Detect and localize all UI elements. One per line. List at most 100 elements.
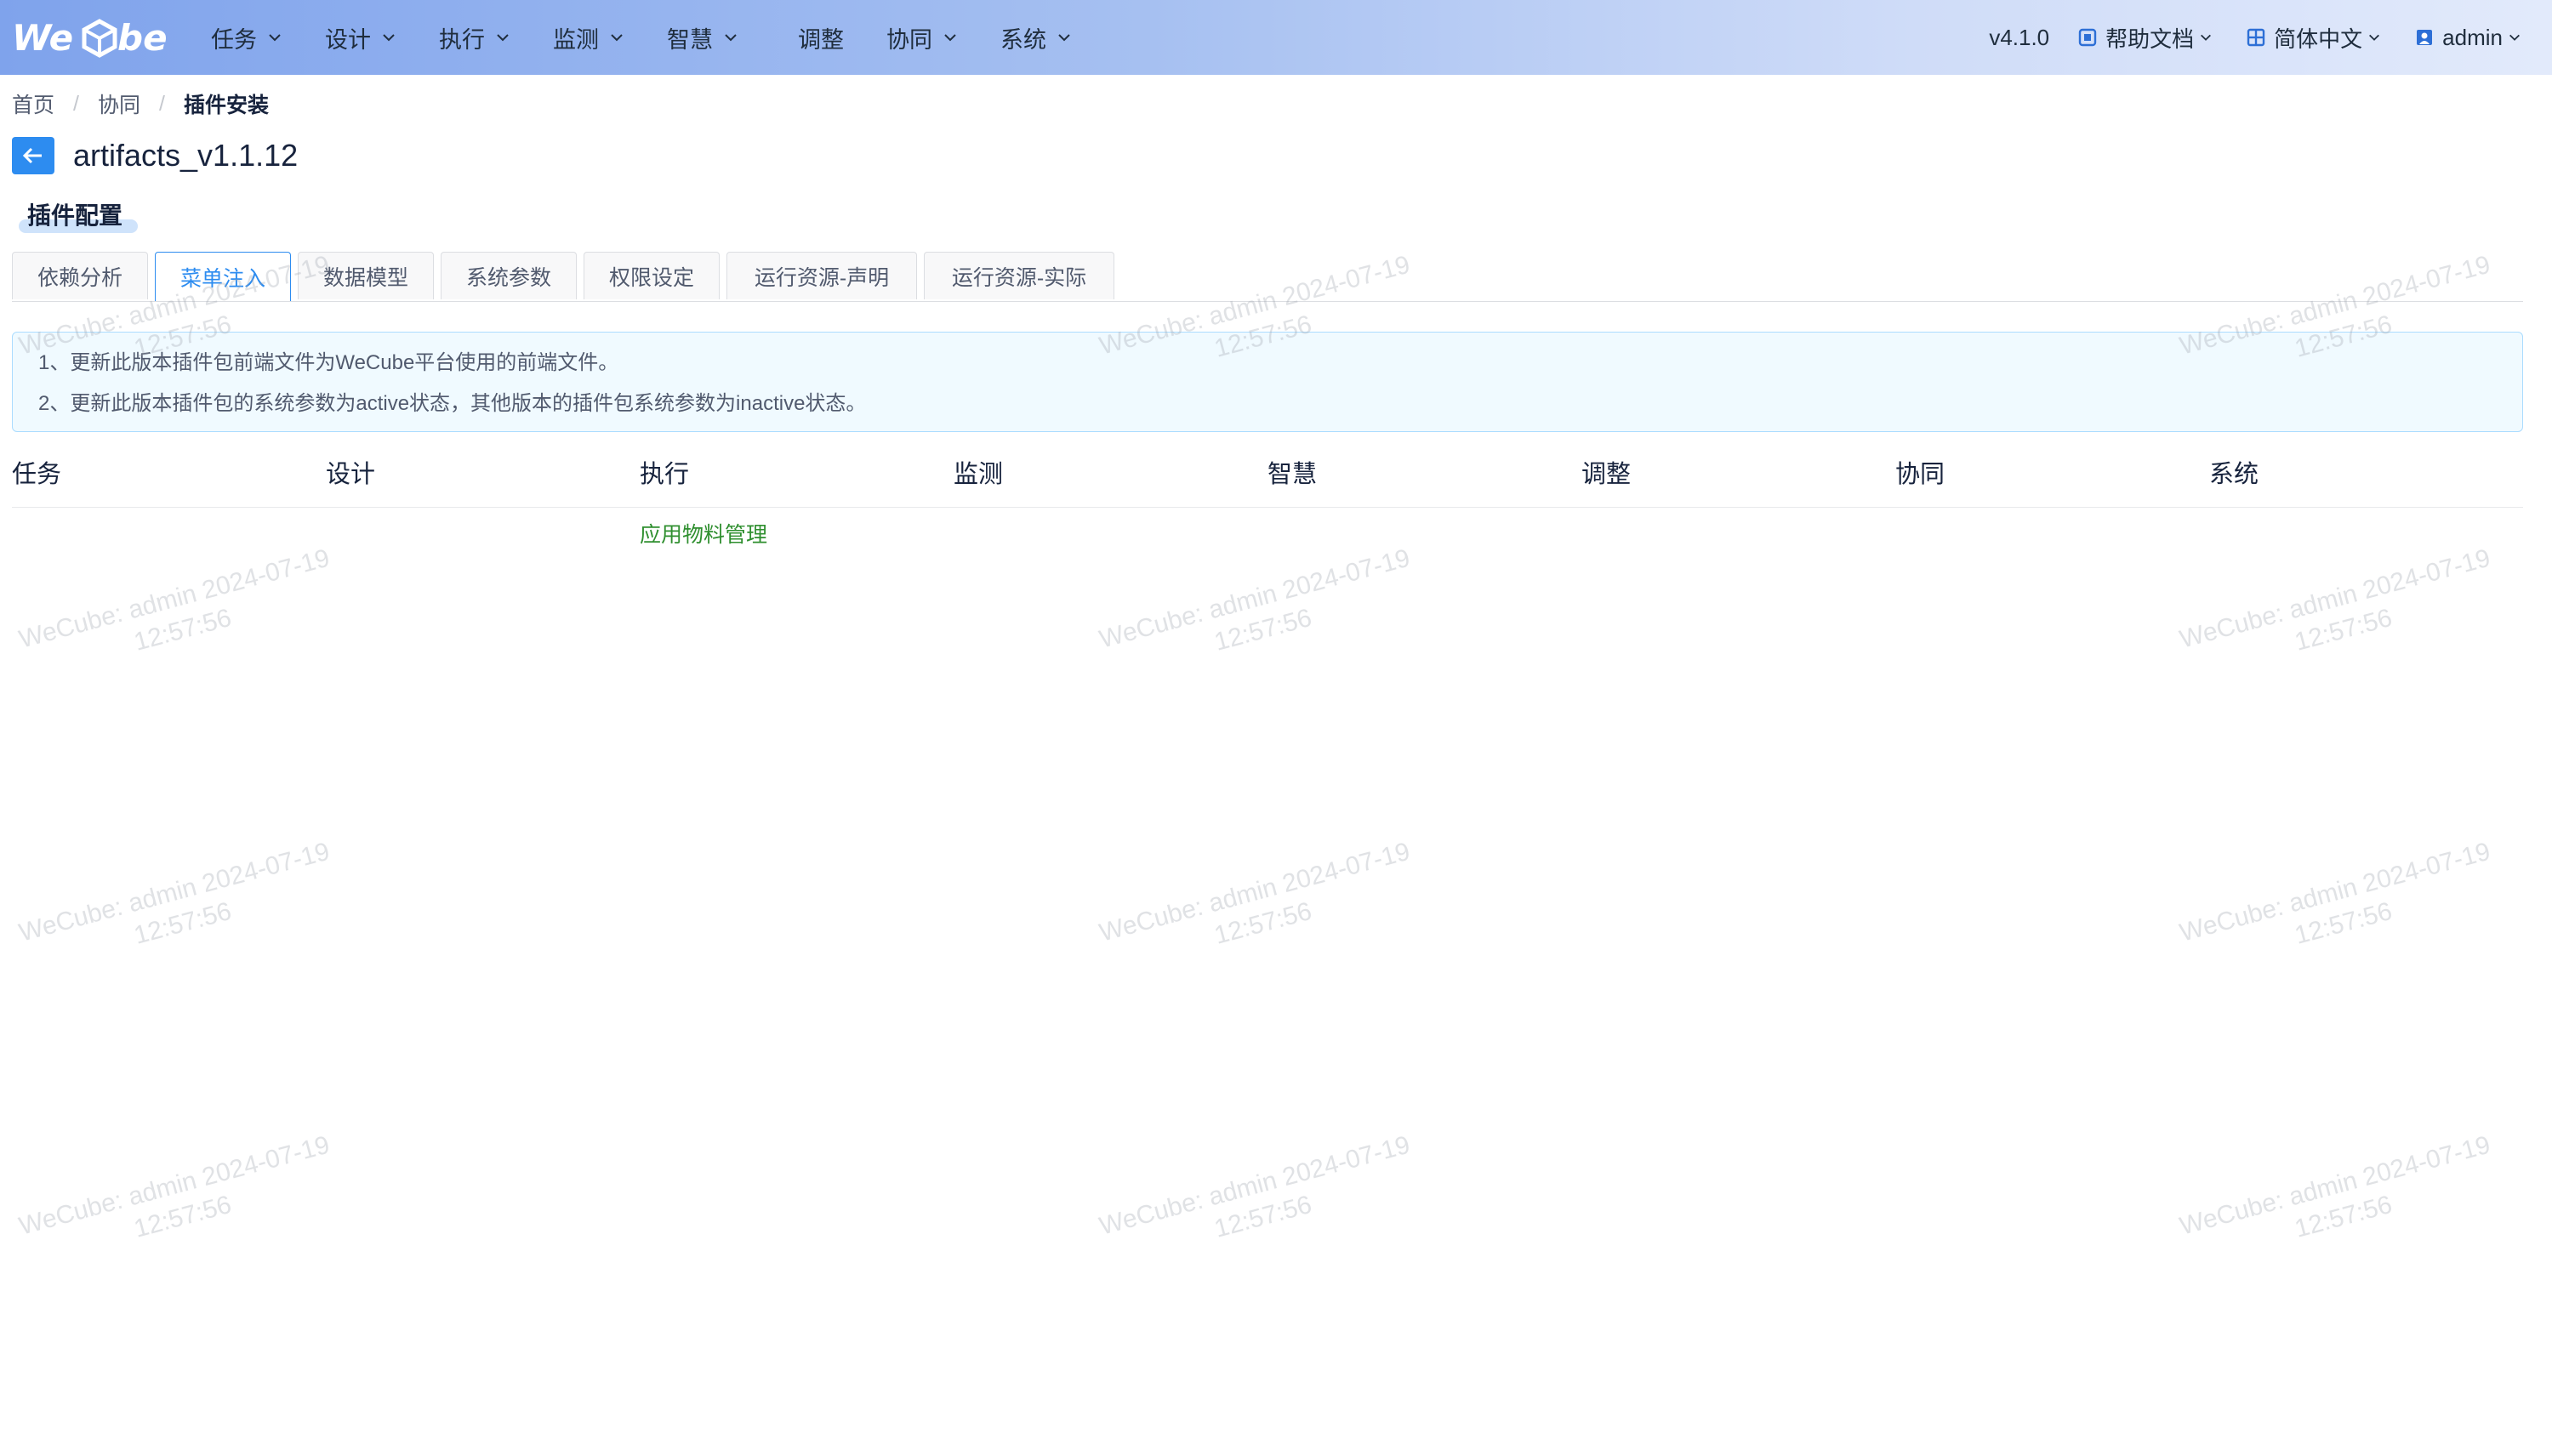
chevron-down-icon (944, 34, 956, 42)
chevron-down-icon (269, 34, 281, 42)
watermark: WeCube: admin 2024-07-19 12:57:56 (1078, 831, 1439, 986)
nav-item-label: 设计 (325, 26, 371, 53)
notice-line: 1、更新此版本插件包前端文件为WeCube平台使用的前端文件。 (38, 350, 619, 374)
help-docs-label: 帮助文档 (2105, 26, 2195, 52)
user-menu[interactable]: admin (2415, 25, 2521, 51)
watermark: WeCube: admin 2024-07-19 12:57:56 (2158, 1124, 2520, 1279)
nav-item-label: 执行 (439, 26, 485, 53)
nav-item-label: 监测 (553, 26, 599, 53)
header-right: v4.1.0 帮助文档 简体中文 admin (1989, 0, 2521, 75)
chevron-down-icon (611, 34, 623, 42)
main-nav: 任务 设计 执行 监测 智慧 调整 协同 系统 (211, 0, 1114, 75)
section-title: 插件配置 (19, 197, 139, 235)
tab-label: 权限设定 (608, 265, 694, 290)
chevron-down-icon (2201, 34, 2212, 41)
help-doc-icon (2078, 28, 2097, 47)
wecube-logo[interactable]: We be (12, 12, 174, 63)
watermark-line: 12:57:56 (1211, 896, 1315, 950)
watermark-line: WeCube: admin 2024-07-19 (1096, 1130, 1413, 1241)
nav-item-label: 调整 (798, 26, 844, 53)
watermark: WeCube: admin 2024-07-19 12:57:56 (0, 831, 360, 986)
menu-item-app-artifacts[interactable]: 应用物料管理 (640, 517, 767, 549)
nav-item-label: 系统 (1000, 26, 1046, 53)
breadcrumb-home[interactable]: 首页 (12, 88, 54, 119)
page-title: artifacts_v1.1.12 (73, 138, 299, 173)
info-notice: 1、更新此版本插件包前端文件为WeCube平台使用的前端文件。 2、更新此版本插… (12, 332, 2523, 432)
nav-item-design[interactable]: 设计 (325, 0, 396, 75)
menu-column-adjust: 调整 (1581, 461, 1632, 488)
svg-text:be: be (117, 17, 168, 59)
title-row: artifacts_v1.1.12 (12, 136, 298, 175)
breadcrumb-parent[interactable]: 协同 (98, 88, 140, 119)
tab-menu-injection[interactable]: 菜单注入 (155, 252, 291, 301)
nav-item-monitor[interactable]: 监测 (553, 0, 624, 75)
menu-column-task: 任务 (12, 461, 62, 488)
top-navbar: We be 任务 设计 执行 监测 智慧 调整 协同 系统 v4.1.0 帮助文… (0, 0, 2552, 75)
watermark-line: 12:57:56 (1211, 1190, 1315, 1243)
breadcrumb-separator: / (73, 91, 79, 116)
watermark: WeCube: admin 2024-07-19 12:57:56 (2158, 537, 2520, 692)
watermark-line: WeCube: admin 2024-07-19 (15, 1130, 333, 1241)
back-button[interactable] (12, 137, 54, 174)
watermark: WeCube: admin 2024-07-19 12:57:56 (1078, 1124, 1439, 1279)
version-label: v4.1.0 (1989, 24, 2050, 50)
tab-system-params[interactable]: 系统参数 (441, 252, 577, 299)
tab-label: 系统参数 (465, 265, 551, 290)
watermark: WeCube: admin 2024-07-19 12:57:56 (2158, 831, 2520, 986)
nav-item-execute[interactable]: 执行 (439, 0, 510, 75)
tab-permission-settings[interactable]: 权限设定 (584, 252, 720, 299)
tab-data-model[interactable]: 数据模型 (298, 252, 434, 299)
tab-label: 数据模型 (322, 265, 408, 290)
nav-item-label: 任务 (211, 26, 257, 53)
watermark: WeCube: admin 2024-07-19 12:57:56 (0, 1124, 360, 1279)
tab-label: 运行资源-声明 (754, 265, 890, 290)
help-docs-menu[interactable]: 帮助文档 (2078, 22, 2213, 54)
nav-item-collaborate[interactable]: 协同 (886, 0, 958, 75)
chevron-down-icon (2369, 34, 2380, 41)
watermark-line: 12:57:56 (2292, 603, 2395, 657)
tab-label: 菜单注入 (179, 266, 265, 291)
watermark: WeCube: admin 2024-07-19 12:57:56 (0, 537, 360, 692)
menu-column-design: 设计 (326, 461, 376, 488)
notice-line: 2、更新此版本插件包的系统参数为active状态，其他版本的插件包系统参数为in… (38, 391, 867, 415)
language-menu[interactable]: 简体中文 (2247, 22, 2381, 54)
nav-item-task[interactable]: 任务 (211, 0, 282, 75)
nav-item-label: 协同 (886, 26, 932, 53)
watermark-line: 12:57:56 (131, 1190, 235, 1243)
watermark-line: WeCube: admin 2024-07-19 (1096, 543, 1413, 654)
section-title-text: 插件配置 (27, 202, 123, 229)
tab-dependency-analysis[interactable]: 依赖分析 (12, 252, 148, 299)
tab-label: 依赖分析 (37, 265, 122, 290)
menu-column-execute: 执行 (640, 461, 690, 488)
arrow-left-icon (22, 147, 42, 164)
language-label: 简体中文 (2274, 26, 2363, 52)
tab-label: 运行资源-实际 (951, 265, 1087, 290)
tab-runtime-resources-declared[interactable]: 运行资源-声明 (726, 252, 917, 299)
watermark: WeCube: admin 2024-07-19 12:57:56 (1078, 537, 1439, 692)
watermark-line: WeCube: admin 2024-07-19 (15, 543, 333, 654)
chevron-down-icon (497, 34, 509, 42)
config-tabs: 依赖分析 菜单注入 数据模型 系统参数 权限设定 运行资源-声明 运行资源-实际 (12, 252, 2523, 302)
nav-item-adjust[interactable]: 调整 (798, 0, 844, 75)
nav-item-intelligence[interactable]: 智慧 (667, 0, 738, 75)
watermark-line: 12:57:56 (131, 603, 235, 657)
tab-runtime-resources-actual[interactable]: 运行资源-实际 (924, 252, 1114, 299)
watermark-line: 12:57:56 (2292, 896, 2395, 950)
menu-column-monitor: 监测 (954, 461, 1004, 488)
breadcrumb-separator: / (158, 91, 165, 116)
nav-item-label: 智慧 (667, 26, 713, 53)
watermark-line: 12:57:56 (1211, 603, 1315, 657)
chevron-down-icon (383, 34, 395, 42)
menu-column-body: 应用物料管理 (12, 517, 2523, 551)
watermark-line: WeCube: admin 2024-07-19 (2176, 837, 2493, 947)
chevron-down-icon (1058, 34, 1070, 42)
menu-column-collaborate: 协同 (1895, 461, 1945, 488)
watermark-line: WeCube: admin 2024-07-19 (1096, 837, 1413, 947)
breadcrumb-current: 插件安装 (183, 94, 269, 117)
svg-text:We: We (12, 17, 73, 59)
nav-item-system[interactable]: 系统 (1000, 0, 1072, 75)
watermark-line: WeCube: admin 2024-07-19 (15, 837, 333, 947)
menu-column-system: 系统 (2209, 461, 2259, 488)
breadcrumb: 首页 / 协同 / 插件安装 (12, 88, 269, 119)
menu-column-header: 任务 设计 执行 监测 智慧 调整 协同 系统 (12, 451, 2523, 508)
